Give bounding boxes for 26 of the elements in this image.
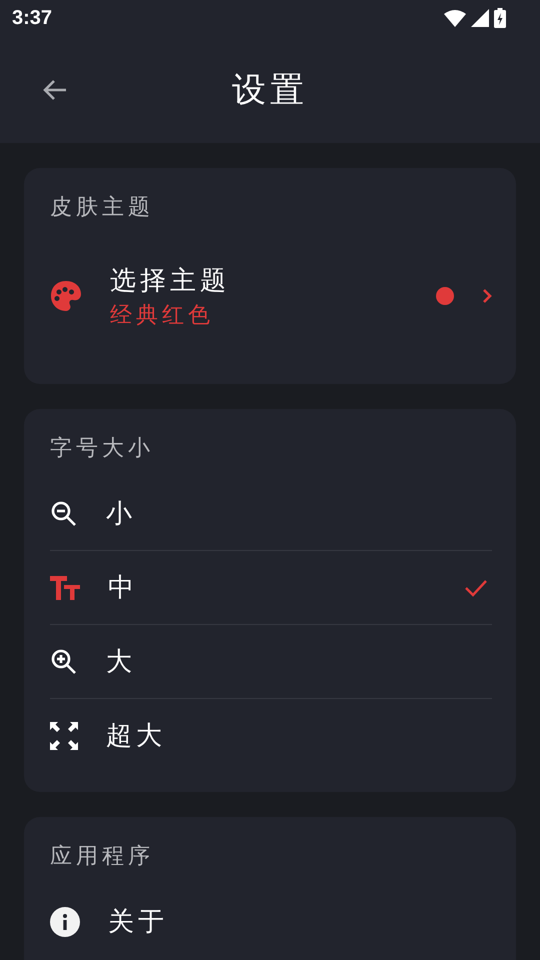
theme-name: 经典红色 [110, 302, 215, 330]
option-row[interactable]: 关于 [50, 885, 492, 958]
signal-icon [471, 9, 489, 27]
option-row[interactable]: 超大 [50, 698, 492, 772]
status-time: 3:37 [12, 6, 52, 30]
wifi-icon [444, 9, 466, 27]
section-title: 字号大小 [50, 435, 155, 463]
section-title: 皮肤主题 [50, 194, 155, 222]
option-row[interactable]: 中 [50, 550, 492, 624]
palette-icon [50, 280, 82, 312]
option-label: 超大 [106, 720, 167, 753]
option-label: 中 [108, 572, 139, 605]
option-label: 小 [106, 498, 137, 531]
info-icon [50, 906, 80, 936]
choose-theme-label: 选择主题 [110, 264, 231, 298]
page-title: 设置 [232, 68, 308, 112]
section-title: 应用程序 [50, 843, 155, 871]
option-label: 关于 [108, 906, 169, 939]
option-row[interactable]: 小 [50, 477, 492, 550]
option-label: 大 [106, 646, 137, 679]
battery-icon [494, 8, 506, 28]
theme-row[interactable]: 选择主题 经典红色 [50, 236, 492, 356]
back-arrow-icon [42, 78, 68, 102]
option-row[interactable]: 大 [50, 624, 492, 698]
chevron-right-icon [482, 288, 492, 304]
checkmark-icon [464, 578, 488, 596]
